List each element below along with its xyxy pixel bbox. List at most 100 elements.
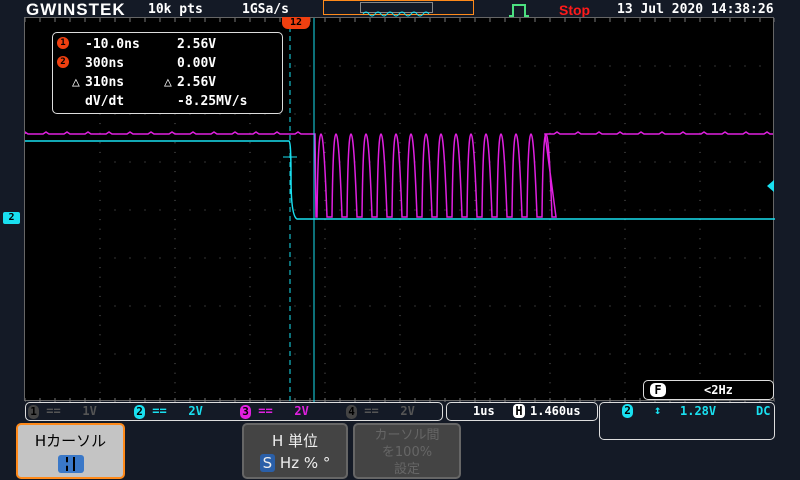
h-unit-title: H 単位 xyxy=(271,432,319,450)
h-unit-softkey[interactable]: H 単位 S Hz % ° xyxy=(242,423,348,479)
ch4-status[interactable]: 4 == 2V xyxy=(346,404,415,419)
grid-dot xyxy=(399,142,401,144)
grid-dot xyxy=(699,113,701,115)
grid-dot xyxy=(189,353,191,355)
grid-dot xyxy=(609,353,611,355)
grid-dot xyxy=(684,209,686,211)
grid-dot xyxy=(174,180,176,182)
grid-dot xyxy=(549,315,551,317)
delta-icon: △ xyxy=(164,75,172,90)
grid-dot xyxy=(129,257,131,259)
grid-dot xyxy=(699,209,701,211)
grid-dot xyxy=(249,305,251,307)
ch3-trace xyxy=(24,130,773,218)
grid-dot xyxy=(204,353,206,355)
grid-dot xyxy=(324,334,326,336)
grid-dot xyxy=(249,161,251,163)
ch2-status[interactable]: 2 == 2V xyxy=(134,404,203,419)
grid-dot xyxy=(249,382,251,384)
trigger-level: 1.28V xyxy=(680,404,717,418)
grid-dot xyxy=(114,209,116,211)
grid-dot xyxy=(249,142,251,144)
grid-dot xyxy=(339,65,341,67)
grid-dot xyxy=(324,267,326,269)
grid-dot xyxy=(324,113,326,115)
grid-dot xyxy=(474,247,476,249)
cursor-marker[interactable]: 12 xyxy=(282,17,310,29)
grid-dot xyxy=(324,238,326,240)
h-cursor-label: Hカーソル xyxy=(34,432,107,450)
grid-dot xyxy=(174,190,176,192)
grid-dot xyxy=(564,161,566,163)
grid-dot xyxy=(729,65,731,67)
timebase-status[interactable]: 1us H 1.460us xyxy=(446,402,598,421)
grid-dot xyxy=(714,257,716,259)
grid-dot xyxy=(99,123,101,125)
grid-dot xyxy=(624,103,626,105)
set-100-line3: 設定 xyxy=(393,462,420,477)
grid-dot xyxy=(699,315,701,317)
grid-dot xyxy=(654,353,656,355)
cursor2-time: 300ns xyxy=(85,56,125,71)
grid-dot xyxy=(234,257,236,259)
grid-dot xyxy=(219,353,221,355)
horizontal-position: 1.460us xyxy=(530,404,581,418)
set-100-line1: カーソル間 xyxy=(374,428,440,443)
set-100-line2: を100% xyxy=(381,445,433,460)
grid-dot xyxy=(579,65,581,67)
grid-dot xyxy=(489,65,491,67)
trigger-status[interactable]: 2 ↕ 1.28V DC xyxy=(599,402,775,440)
grid-dot xyxy=(669,209,671,211)
grid-dot xyxy=(159,305,161,307)
grid-dot xyxy=(399,113,401,115)
grid-dot xyxy=(549,123,551,125)
h-cursor-softkey[interactable]: Hカーソル xyxy=(16,423,125,479)
grid-dot xyxy=(159,257,161,259)
grid-dot xyxy=(639,161,641,163)
grid-dot xyxy=(459,209,461,211)
grid-dot xyxy=(99,286,101,288)
ch1-status[interactable]: 1 == 1V xyxy=(28,404,97,419)
run-state[interactable]: Stop xyxy=(559,2,590,18)
grid-dot xyxy=(459,305,461,307)
grid-dot xyxy=(174,305,176,307)
grid-dot xyxy=(444,305,446,307)
trigger-level-marker[interactable] xyxy=(767,180,774,192)
grid-dot xyxy=(429,209,431,211)
grid-dot xyxy=(99,219,101,221)
grid-dot xyxy=(624,180,626,182)
frequency-counter: F <2Hz xyxy=(643,380,774,400)
grid-dot xyxy=(99,257,101,259)
grid-dot xyxy=(324,84,326,86)
grid-dot xyxy=(714,65,716,67)
ch3-status[interactable]: 3 == 2V xyxy=(240,404,309,419)
cursor-readout-panel: 1 -10.0ns 2.56V 2 300ns 0.00V △ 310ns △ 2.56V d… xyxy=(52,32,283,114)
grid-dot xyxy=(699,65,701,67)
grid-dot xyxy=(624,190,626,192)
grid-dot xyxy=(504,113,506,115)
set-100-percent-softkey[interactable]: カーソル間 を100% 設定 xyxy=(353,423,461,479)
updown-arrow-icon: ↕ xyxy=(654,403,662,417)
grid-dot xyxy=(99,353,101,355)
trigger-coupling: DC xyxy=(756,404,771,418)
grid-dot xyxy=(174,343,176,345)
grid-dot xyxy=(654,209,656,211)
grid-dot xyxy=(399,94,401,96)
grid-dot xyxy=(549,353,551,355)
grid-dot xyxy=(384,209,386,211)
grid-dot xyxy=(729,353,731,355)
grid-dot xyxy=(99,190,101,192)
datetime: 13 Jul 2020 14:38:26 xyxy=(617,2,774,17)
grid-dot xyxy=(399,257,401,259)
grid-dot xyxy=(459,65,461,67)
grid-dot xyxy=(504,305,506,307)
grid-dot xyxy=(174,363,176,365)
grid-dot xyxy=(474,94,476,96)
grid-dot xyxy=(669,113,671,115)
grid-dot xyxy=(654,305,656,307)
grid-dot xyxy=(249,257,251,259)
ch2-ground-marker[interactable]: 2 xyxy=(3,212,20,224)
grid-dot xyxy=(369,65,371,67)
memory-overview-bar[interactable] xyxy=(323,0,474,17)
grid-dot xyxy=(624,363,626,365)
